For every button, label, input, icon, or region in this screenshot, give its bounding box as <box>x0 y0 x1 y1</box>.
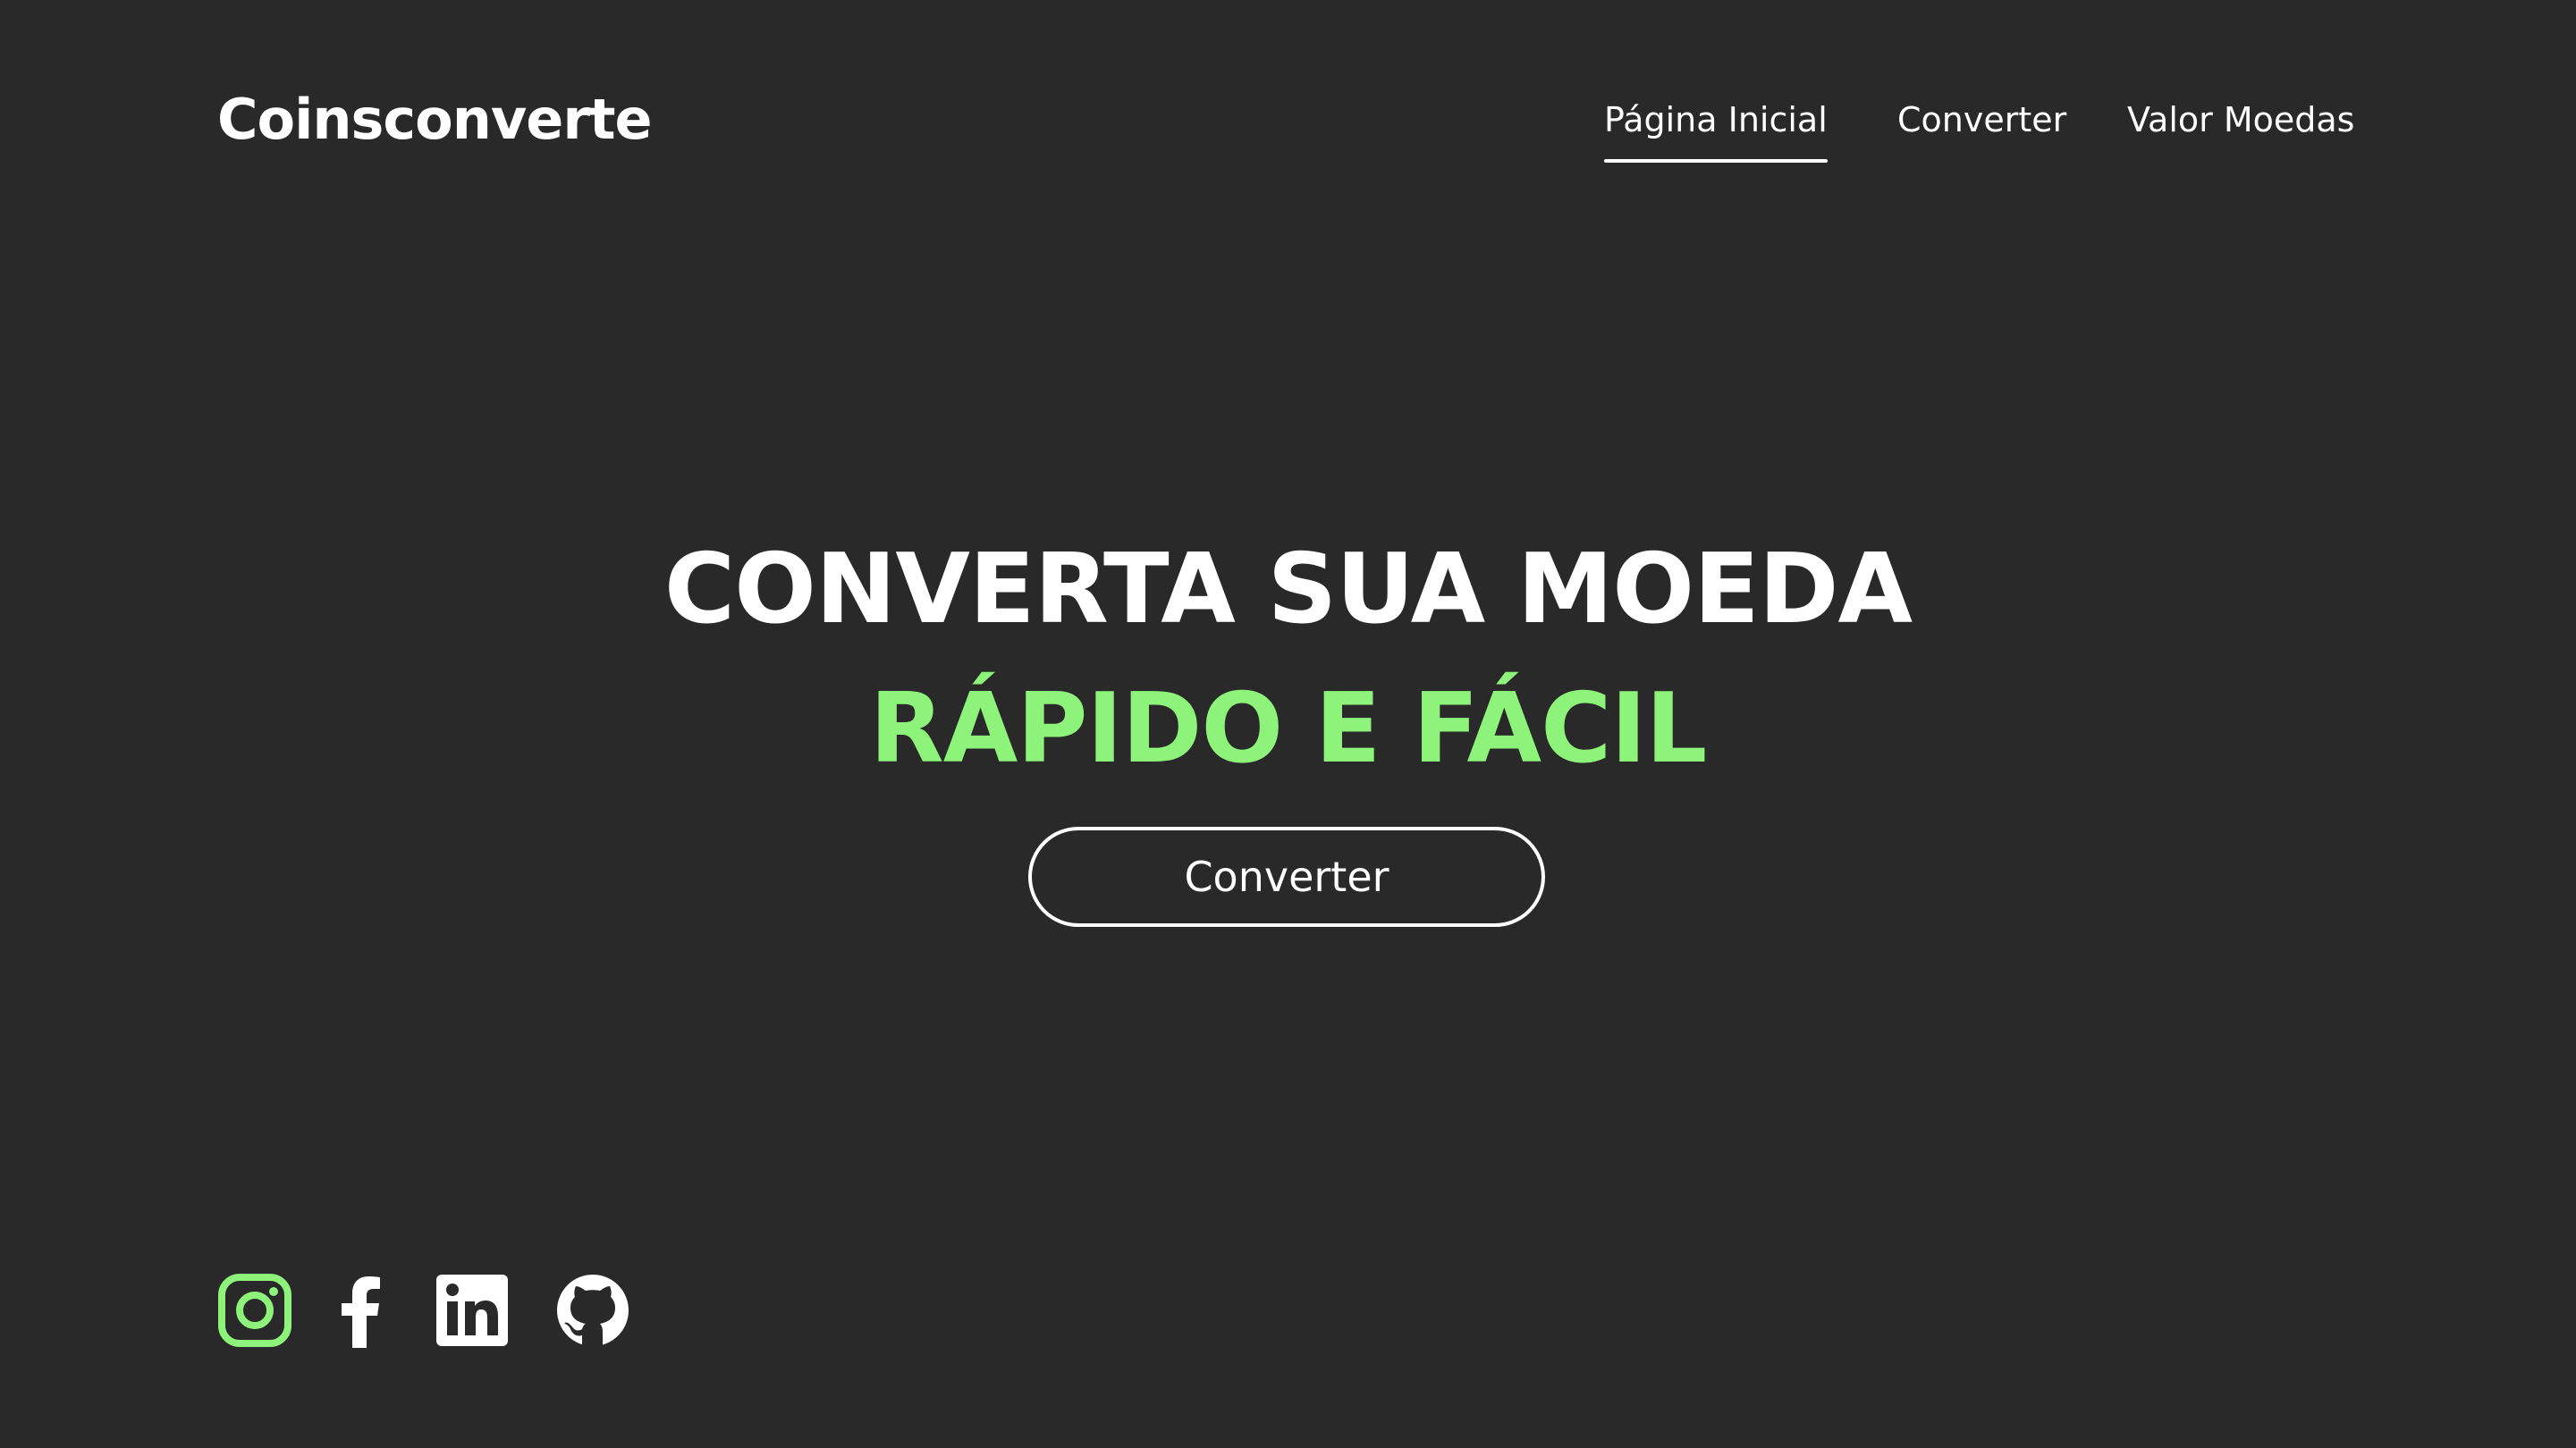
nav-link-pagina-inicial[interactable]: Página Inicial <box>1604 95 1828 145</box>
hero-section: CONVERTA SUA MOEDA RÁPIDO E FÁCIL <box>0 527 2576 792</box>
linkedin-link[interactable] <box>435 1273 510 1348</box>
facebook-link[interactable] <box>325 1273 400 1348</box>
github-icon <box>557 1275 629 1346</box>
nav-link-converter[interactable]: Converter <box>1897 95 2066 145</box>
instagram-icon <box>218 1274 291 1347</box>
site-header: Coinsconverte Página Inicial Converter V… <box>0 0 2576 179</box>
active-nav-indicator <box>1604 159 1828 163</box>
converter-button[interactable]: Converter <box>1028 827 1545 927</box>
hero-title: CONVERTA SUA MOEDA <box>663 534 1913 645</box>
instagram-link[interactable] <box>217 1273 292 1348</box>
linkedin-icon <box>436 1275 508 1346</box>
facebook-icon <box>342 1276 380 1348</box>
nav-link-valor-moedas[interactable]: Valor Moedas <box>2127 95 2354 145</box>
github-link[interactable] <box>555 1273 630 1348</box>
main-nav: Página Inicial Converter Valor Moedas <box>0 95 2576 166</box>
hero-subtitle: RÁPIDO E FÁCIL <box>869 673 1708 785</box>
